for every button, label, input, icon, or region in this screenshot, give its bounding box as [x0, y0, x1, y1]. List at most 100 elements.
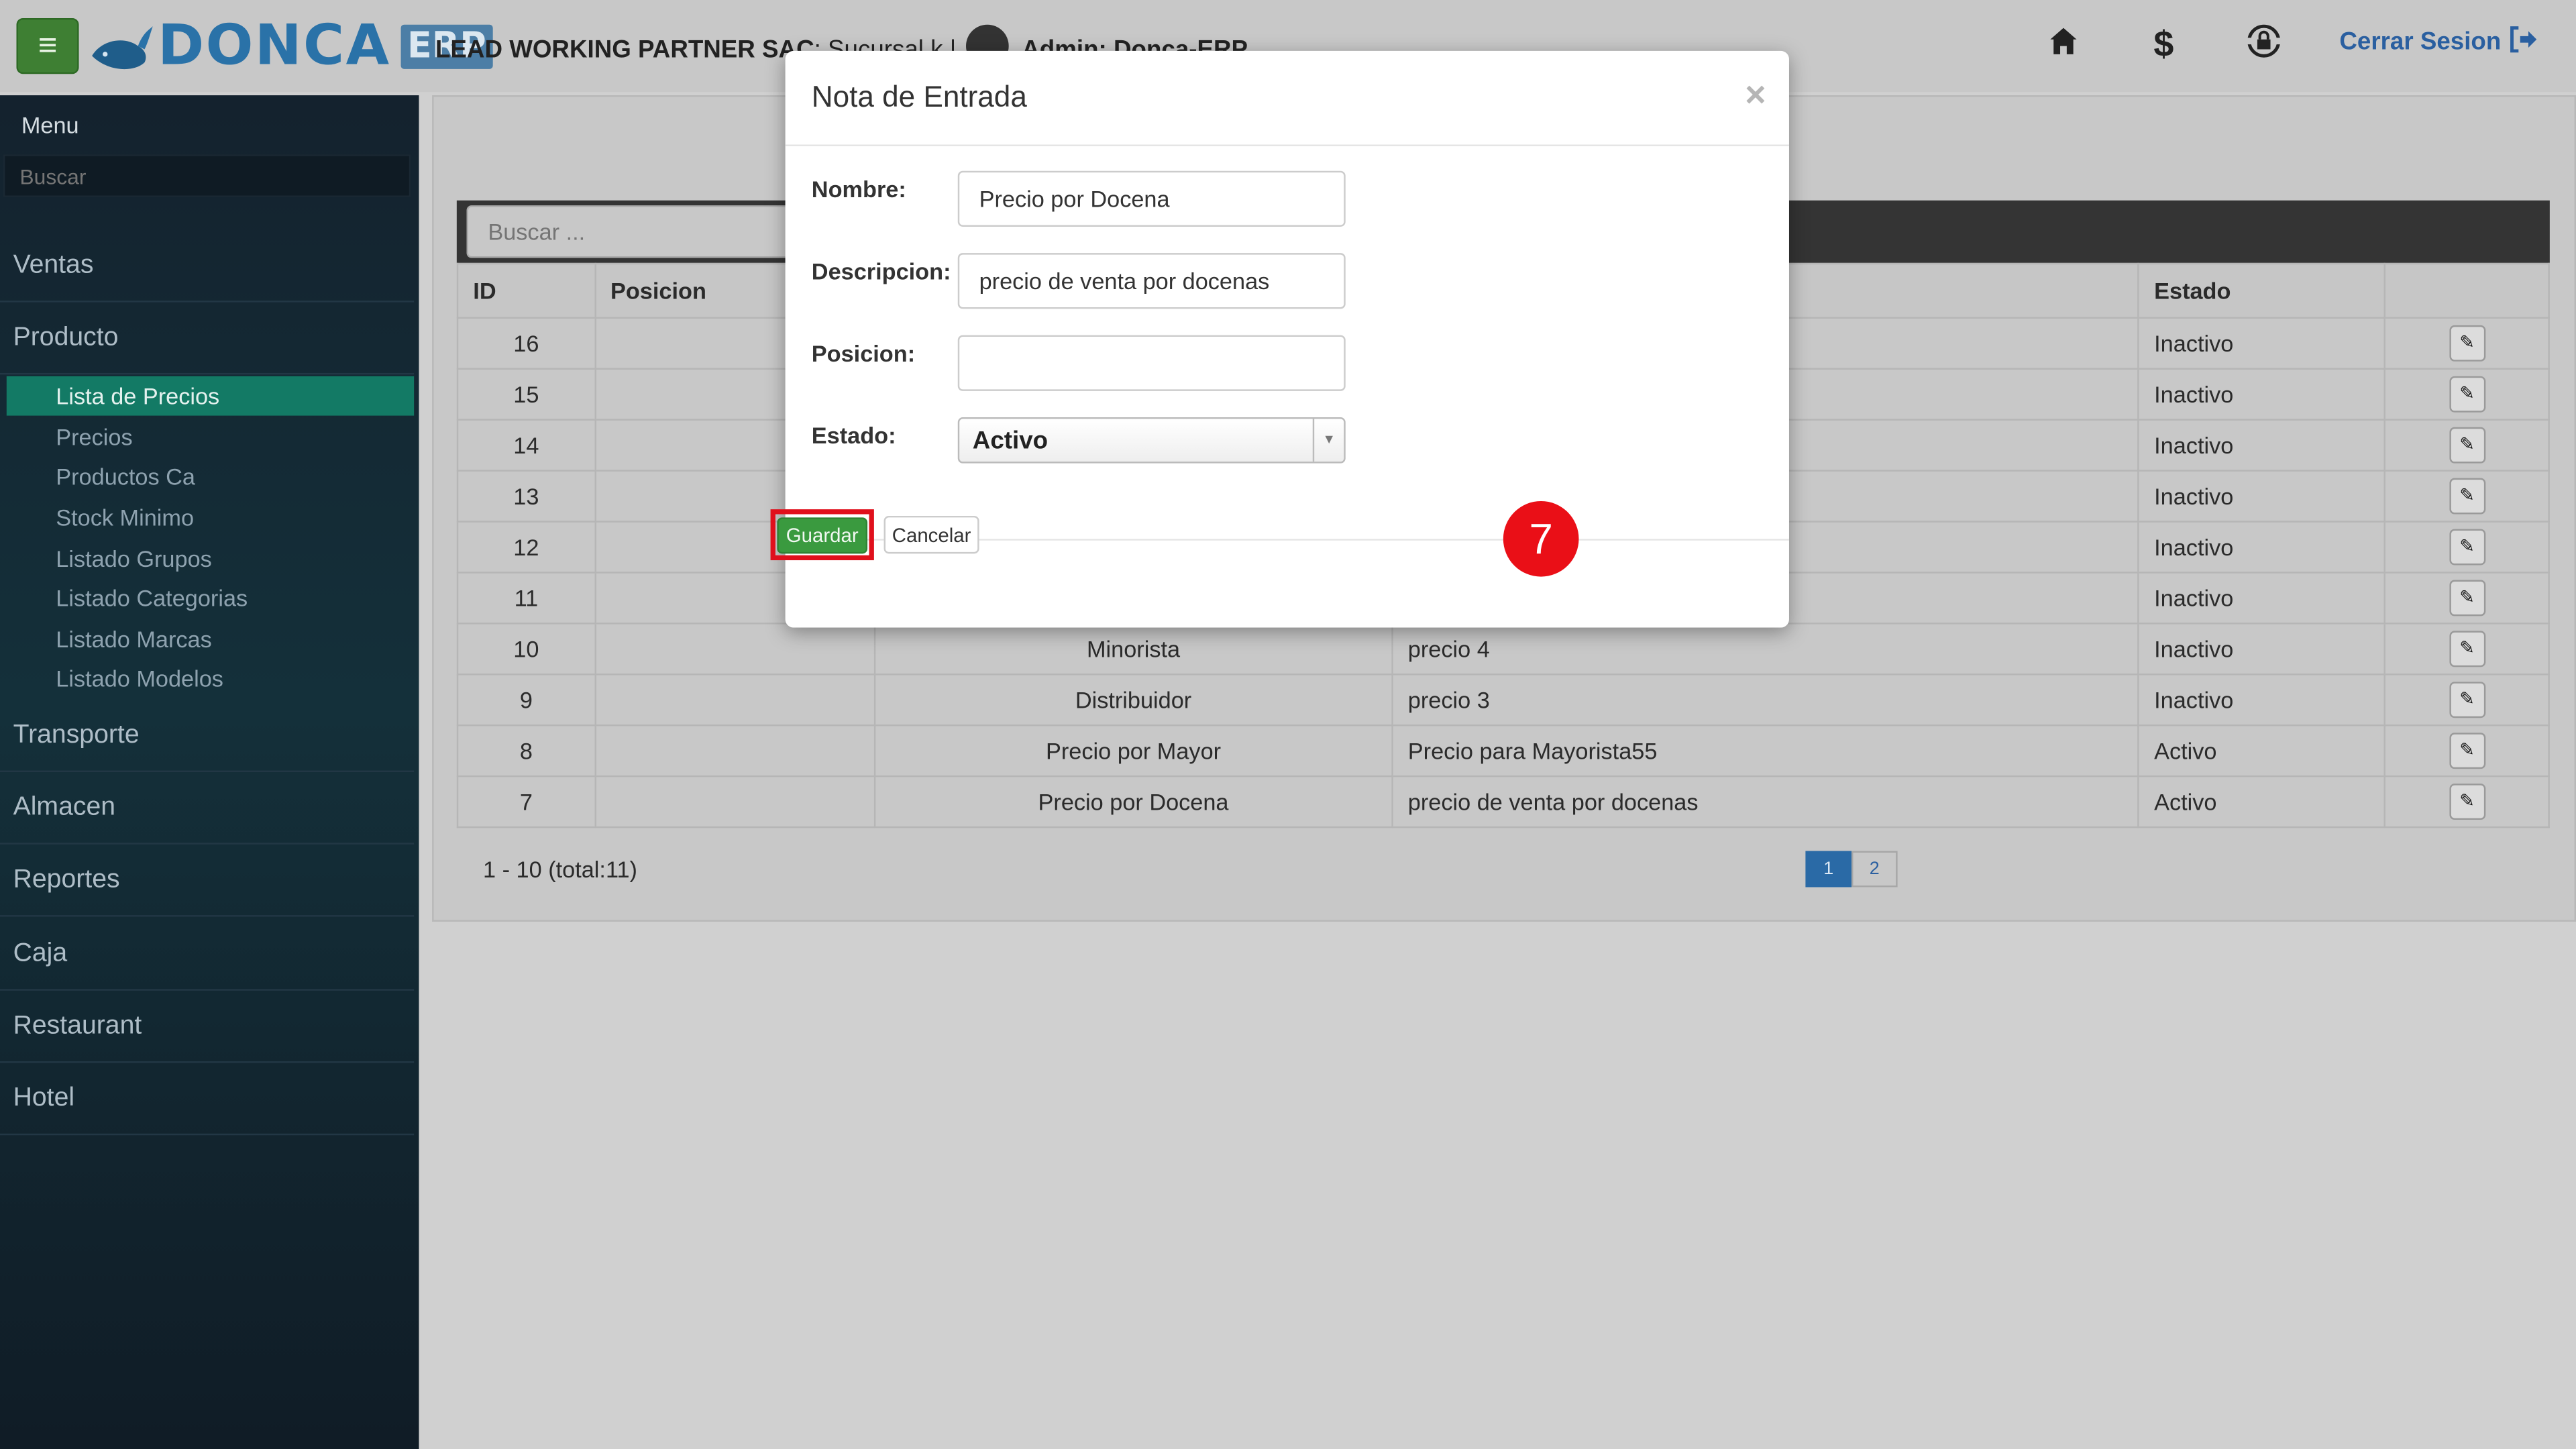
sidebar-item-caja[interactable]: Caja [0, 918, 415, 991]
cell-actions: ✎ [2384, 368, 2550, 421]
close-icon[interactable]: × [1745, 74, 1766, 117]
posicion-input[interactable] [957, 335, 1346, 391]
cell-descripcion: precio de venta por docenas [1391, 775, 2140, 828]
cell-descripcion: precio 3 [1391, 674, 2140, 727]
nombre-input[interactable] [957, 170, 1346, 227]
cell-posicion [594, 724, 875, 777]
cancel-button[interactable]: Cancelar [883, 515, 979, 554]
column-header-actions [2384, 262, 2550, 319]
cell-id: 14 [456, 419, 596, 472]
modal-header: Nota de Entrada × [785, 51, 1789, 146]
cell-id: 13 [456, 470, 596, 523]
cell-posicion [594, 775, 875, 828]
whale-logo-icon [92, 26, 153, 70]
edit-pencil-icon[interactable]: ✎ [2449, 478, 2485, 515]
cell-estado: Inactivo [2137, 470, 2386, 523]
cell-estado: Inactivo [2137, 623, 2386, 676]
cell-id: 7 [456, 775, 596, 828]
cell-id: 12 [456, 521, 596, 574]
table-row[interactable]: 7 Precio por Docena precio de venta por … [456, 775, 2550, 828]
descripcion-label: Descripcion: [811, 258, 951, 284]
sidebar-item-reportes[interactable]: Reportes [0, 845, 415, 917]
step-number-badge: 7 [1503, 500, 1579, 577]
sidebar-item-transporte[interactable]: Transporte [0, 700, 415, 773]
cell-posicion [594, 623, 875, 676]
cell-actions: ✎ [2384, 775, 2550, 828]
cell-estado: Inactivo [2137, 572, 2386, 625]
home-icon[interactable] [2042, 23, 2085, 66]
table-search-input[interactable] [466, 205, 812, 258]
cell-nombre: Distribuidor [873, 674, 1393, 727]
edit-pencil-icon[interactable]: ✎ [2449, 427, 2485, 464]
cell-estado: Inactivo [2137, 368, 2386, 421]
page-1-button[interactable]: 1 [1805, 851, 1852, 888]
cell-actions: ✎ [2384, 674, 2550, 727]
cell-descripcion: precio 4 [1391, 623, 2140, 676]
sidebar-subitem-productos-ca[interactable]: Productos Ca [7, 457, 414, 496]
sidebar-subitem-listado-grupos[interactable]: Listado Grupos [7, 539, 414, 578]
logout-link[interactable]: Cerrar Sesion [2339, 26, 2537, 56]
logout-icon [2510, 26, 2536, 53]
sidebar-item-producto[interactable]: Producto [0, 303, 415, 375]
cell-estado: Inactivo [2137, 317, 2386, 370]
sidebar-subitem-listado-modelos[interactable]: Listado Modelos [7, 659, 414, 698]
cell-id: 11 [456, 572, 596, 625]
logo[interactable]: DONCA ERP [89, 13, 493, 79]
edit-pencil-icon[interactable]: ✎ [2449, 784, 2485, 820]
edit-pencil-icon[interactable]: ✎ [2449, 376, 2485, 413]
edit-pencil-icon[interactable]: ✎ [2449, 631, 2485, 667]
cell-actions: ✎ [2384, 623, 2550, 676]
column-header-id[interactable]: ID [456, 262, 596, 319]
table-row[interactable]: 10 Minorista precio 4 Inactivo ✎ [456, 623, 2550, 676]
sidebar-subitem-lista-de-precios[interactable]: Lista de Precios [6, 376, 415, 416]
sidebar-item-hotel[interactable]: Hotel [0, 1063, 415, 1136]
lock-refresh-icon[interactable] [2243, 23, 2286, 69]
cell-actions: ✎ [2384, 572, 2550, 625]
modal-title: Nota de Entrada [811, 80, 1027, 113]
sidebar-subitem-precios[interactable]: Precios [7, 417, 414, 457]
sidebar-subitem-listado-categorias[interactable]: Listado Categorias [7, 578, 414, 618]
estado-label: Estado: [811, 422, 896, 449]
table-row[interactable]: 8 Precio por Mayor Precio para Mayorista… [456, 724, 2550, 777]
edit-pencil-icon[interactable]: ✎ [2449, 529, 2485, 566]
sidebar-subitem-stock-minimo[interactable]: Stock Minimo [7, 498, 414, 537]
sidebar-item-almacen[interactable]: Almacen [0, 772, 415, 845]
cell-nombre: Precio por Docena [873, 775, 1393, 828]
menu-icon: ≡ [38, 28, 58, 64]
nombre-label: Nombre: [811, 176, 906, 203]
cell-estado: Inactivo [2137, 674, 2386, 727]
cell-actions: ✎ [2384, 470, 2550, 523]
highlight-box [770, 509, 874, 561]
cell-id: 10 [456, 623, 596, 676]
edit-pencil-icon[interactable]: ✎ [2449, 325, 2485, 362]
column-header-estado[interactable]: Estado [2137, 262, 2386, 319]
cell-actions: ✎ [2384, 521, 2550, 574]
estado-select[interactable]: Activo ▼ [957, 417, 1346, 464]
table-row[interactable]: 9 Distribuidor precio 3 Inactivo ✎ [456, 674, 2550, 727]
sidebar-item-restaurant[interactable]: Restaurant [0, 991, 415, 1063]
edit-pencil-icon[interactable]: ✎ [2449, 733, 2485, 769]
cell-id: 9 [456, 674, 596, 727]
app-window: ≡ DONCA ERP LEAD WORKING PARTNER SAC: Su… [0, 0, 2576, 1449]
edit-pencil-icon[interactable]: ✎ [2449, 580, 2485, 616]
sidebar-title: Menu [21, 111, 79, 138]
cell-id: 16 [456, 317, 596, 370]
cell-estado: Inactivo [2137, 419, 2386, 472]
page-2-button[interactable]: 2 [1851, 851, 1898, 888]
descripcion-input[interactable] [957, 253, 1346, 309]
edit-pencil-icon[interactable]: ✎ [2449, 682, 2485, 718]
dollar-icon[interactable]: $ [2142, 23, 2185, 66]
logo-text: DONCA [158, 13, 391, 79]
cell-actions: ✎ [2384, 317, 2550, 370]
cell-descripcion: Precio para Mayorista55 [1391, 724, 2140, 777]
sidebar-item-ventas[interactable]: Ventas [0, 230, 415, 303]
sidebar-subitem-listado-marcas[interactable]: Listado Marcas [7, 619, 414, 659]
chevron-down-icon: ▼ [1312, 419, 1344, 462]
posicion-label: Posicion: [811, 339, 916, 367]
menu-toggle-button[interactable]: ≡ [16, 17, 79, 74]
sidebar-search-input[interactable] [3, 154, 411, 197]
logout-label: Cerrar Sesion [2339, 28, 2502, 56]
cell-id: 15 [456, 368, 596, 421]
pagination-info: 1 - 10 (total:11) [483, 855, 637, 883]
cell-actions: ✎ [2384, 419, 2550, 472]
